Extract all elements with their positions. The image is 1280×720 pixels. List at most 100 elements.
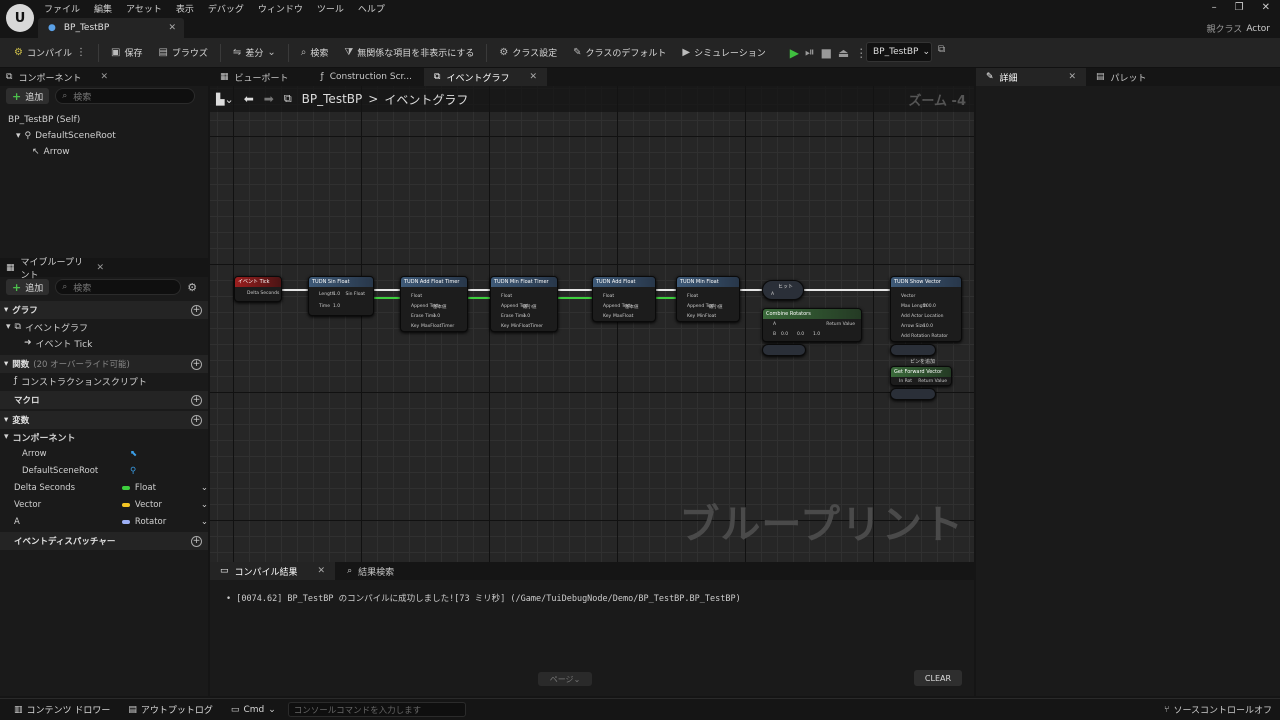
section-dispatchers[interactable]: イベントディスパッチャー +	[0, 532, 208, 550]
node-add-float[interactable]: TUDN Add Float Float Append Text 基本値 Key…	[592, 276, 656, 322]
menu-tools[interactable]: ツール	[317, 2, 344, 15]
pin-delta-seconds[interactable]: Delta Seconds	[247, 291, 279, 296]
output-log-button[interactable]: ▤ アウトプットログ	[122, 698, 219, 720]
menu-help[interactable]: ヘルプ	[358, 2, 385, 15]
add-pin-button[interactable]: ピンを追加	[910, 358, 935, 365]
simulation-button[interactable]: ▶ シミュレーション	[676, 41, 771, 65]
class-settings-button[interactable]: ⚙ クラス設定	[493, 41, 563, 65]
pin-value[interactable]: MinFloat	[697, 314, 716, 319]
node-sin-float[interactable]: TUDN Sin Float Length 1.0 Time 1.0 Sin F…	[308, 276, 374, 316]
pin-add-actor-location[interactable]: Add Actor Location	[901, 314, 943, 319]
close-icon[interactable]: ✕	[168, 23, 176, 33]
tab-construction-script[interactable]: ƒ Construction Scr...	[311, 68, 422, 86]
components-tab[interactable]: ⧉ コンポーネント ✕	[0, 68, 208, 86]
pin-value[interactable]: 100.0	[923, 304, 936, 309]
node-show-vector[interactable]: TUDN Show Vector Vector Max Length 100.0…	[890, 276, 962, 342]
maximize-icon[interactable]: ❐	[1235, 2, 1244, 13]
clear-button[interactable]: CLEAR	[914, 670, 962, 686]
breadcrumb-blueprint[interactable]: BP_TestBP	[302, 92, 363, 106]
pin-value[interactable]: 基本値	[433, 304, 447, 310]
debug-object-select[interactable]: BP_TestBP ⌄	[866, 42, 932, 62]
node-rotator-variable[interactable]	[762, 344, 806, 356]
item-event-graph[interactable]: ▾ ⧉ イベントグラフ	[0, 319, 208, 335]
item-event-tick[interactable]: ➜ イベント Tick	[0, 335, 208, 351]
pin-sin-float[interactable]: Sin Float	[345, 292, 365, 297]
pin-value[interactable]: 最小値	[523, 304, 537, 310]
save-button[interactable]: ▣ 保存	[105, 41, 148, 65]
pin-float[interactable]: Float	[603, 294, 614, 299]
node-break-hit[interactable]: ヒット A	[762, 280, 804, 300]
document-tab[interactable]: ● BP_TestBP ✕	[38, 18, 184, 38]
section-functions[interactable]: ▾ 関数 (20 オーバーライド可能) +	[0, 355, 208, 373]
item-components-category[interactable]: ▾ コンポーネント	[0, 429, 208, 445]
node-rotator-variable[interactable]	[890, 388, 936, 400]
menu-view[interactable]: 表示	[176, 2, 194, 15]
step-icon[interactable]: ⏯	[805, 45, 815, 60]
class-defaults-button[interactable]: ✎ クラスのデフォルト	[567, 41, 672, 65]
forward-arrow-icon[interactable]: ➡	[264, 92, 274, 106]
pin-value[interactable]: 10.0	[923, 324, 933, 329]
pin-a[interactable]: A	[773, 322, 776, 327]
pin-value-z[interactable]: 1.0	[813, 332, 820, 337]
var-row-arrow[interactable]: Arrow ⬉	[0, 445, 208, 462]
pin-float[interactable]: Float	[411, 294, 422, 299]
var-row-delta-seconds[interactable]: Delta Seconds Float ⌄	[0, 479, 208, 496]
tree-item-self[interactable]: BP_TestBP (Self)	[8, 112, 208, 128]
browse-button[interactable]: ▤ ブラウズ	[152, 41, 213, 65]
source-control-button[interactable]: ⑂ ソースコントロールオフ	[1164, 703, 1272, 717]
pin-float[interactable]: Float	[687, 294, 698, 299]
section-graphs[interactable]: ▾ グラフ +	[0, 301, 208, 319]
pin-key[interactable]: Key	[603, 314, 611, 319]
section-macros[interactable]: マクロ +	[0, 391, 208, 409]
pin-key[interactable]: Key	[501, 324, 509, 329]
close-icon[interactable]: ✕	[1068, 72, 1076, 82]
pin-in-rot[interactable]: In Rot	[899, 379, 912, 384]
tree-item-arrow[interactable]: ↖ Arrow	[8, 144, 208, 160]
pin-time[interactable]: Time	[319, 304, 330, 309]
pin-value[interactable]: 1.0	[433, 314, 440, 319]
menu-edit[interactable]: 編集	[94, 2, 112, 15]
pin-return-value[interactable]: Return Value	[918, 379, 947, 384]
node-get-forward-vector[interactable]: Get Forward Vector In Rot Return Value	[890, 366, 952, 386]
tab-find-results[interactable]: ⌕ 結果検索	[337, 562, 404, 580]
tab-event-graph[interactable]: ⧉ イベントグラフ ✕	[424, 68, 547, 86]
parent-class-value[interactable]: Actor	[1246, 24, 1270, 34]
my-blueprint-tab[interactable]: ▦ マイブループリント ✕	[0, 258, 208, 281]
node-add-float-timer[interactable]: TUDN Add Float Timer Float Append Text 基…	[400, 276, 468, 332]
chevron-down-icon[interactable]: ⌄	[201, 517, 208, 527]
pin-vector[interactable]: Vector	[901, 294, 915, 299]
close-icon[interactable]: ✕	[100, 72, 108, 82]
debug-filter-icon[interactable]: ⧉	[938, 44, 945, 55]
pin-key[interactable]: Key	[411, 324, 419, 329]
pin-value[interactable]: MaxFloat	[613, 314, 633, 319]
pin-add-rotation[interactable]: Add Rotation Rotator	[901, 334, 948, 339]
eject-icon[interactable]: ⏏	[838, 46, 849, 60]
tree-item-defaultsceneroot[interactable]: ▾ ⚲ DefaultSceneRoot	[8, 128, 208, 144]
node-combine-rotators[interactable]: Combine Rotators A B 0.0 0.0 1.0 Return …	[762, 308, 862, 342]
menu-debug[interactable]: デバッグ	[208, 2, 244, 15]
menu-window[interactable]: ウィンドウ	[258, 2, 303, 15]
play-icon[interactable]: ▶	[790, 46, 799, 60]
add-function-icon[interactable]: +	[191, 358, 202, 370]
node-event-tick[interactable]: イベント Tick Delta Seconds	[234, 276, 282, 302]
pin-value[interactable]: MinFloatTimer	[511, 324, 543, 329]
pin-value[interactable]: 基本値	[625, 304, 639, 310]
find-button[interactable]: ⌕ 検索	[295, 41, 335, 65]
tab-palette[interactable]: ▤ パレット	[1086, 68, 1157, 86]
bookmark-icon[interactable]: ▙⌄	[216, 93, 234, 106]
content-drawer-button[interactable]: ▥ コンテンツ ドロワー	[8, 698, 116, 720]
add-graph-icon[interactable]: +	[191, 304, 202, 316]
add-member-button[interactable]: + 追加	[6, 279, 50, 295]
pin-return-value[interactable]: Return Value	[826, 322, 855, 327]
pin-float[interactable]: Float	[501, 294, 512, 299]
pin-b[interactable]: B	[773, 332, 776, 337]
pin-arrow-size[interactable]: Arrow Size	[901, 324, 925, 329]
pin-value-y[interactable]: 0.0	[797, 332, 804, 337]
var-row-vector[interactable]: Vector Vector ⌄	[0, 496, 208, 513]
my-blueprint-search-input[interactable]: ⌕ 検索	[55, 279, 182, 295]
tab-viewport[interactable]: ▦ ビューポート	[210, 68, 299, 86]
stop-icon[interactable]: ■	[821, 46, 832, 60]
components-search-input[interactable]: ⌕ 検索	[55, 88, 196, 104]
console-input[interactable]: コンソールコマンドを入力します	[287, 702, 466, 717]
node-min-float-timer[interactable]: TUDN Min Float Timer Float Append Text 最…	[490, 276, 558, 332]
